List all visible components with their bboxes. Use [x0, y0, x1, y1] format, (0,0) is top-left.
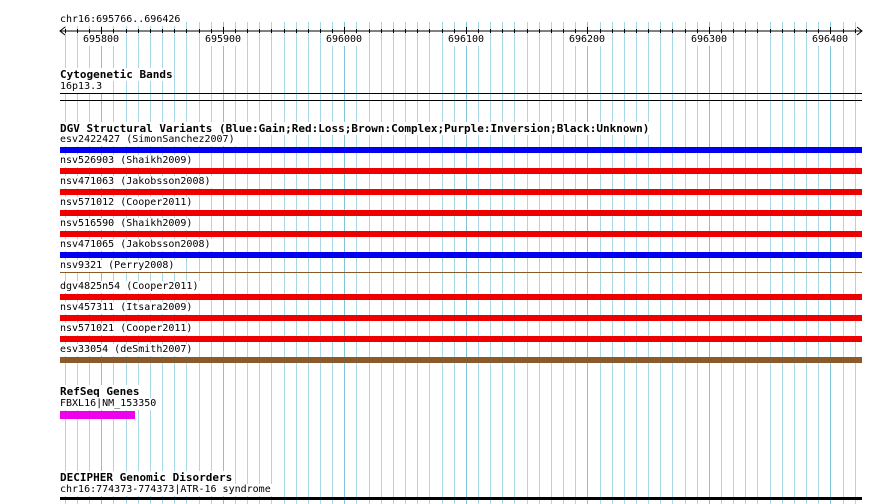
refseq-gene-label[interactable]: FBXL16|NM_153350 [60, 398, 159, 410]
grid-line [830, 22, 831, 504]
grid-line [259, 22, 260, 504]
grid-line [551, 22, 552, 504]
variant-label[interactable]: esv33054 (deSmith2007) [60, 344, 195, 356]
grid-line [429, 22, 430, 504]
grid-line [539, 22, 540, 504]
grid-line [721, 22, 722, 504]
grid-line [782, 22, 783, 504]
variant-label[interactable]: nsv471065 (Jakobsson2008) [60, 239, 213, 251]
variant-label[interactable]: nsv526903 (Shaikh2009) [60, 155, 195, 167]
grid-line [454, 22, 455, 504]
refseq-track-title: RefSeq Genes [60, 385, 140, 398]
variant-bar-loss[interactable] [60, 336, 862, 342]
grid-line [211, 22, 212, 504]
grid-line [612, 22, 613, 504]
grid-line [344, 22, 345, 504]
grid-line [624, 22, 625, 504]
grid-line [247, 22, 248, 504]
cytoband-label[interactable]: 16p13.3 [60, 81, 105, 93]
grid-line [320, 22, 321, 504]
ruler-tick-label: 696000 [324, 34, 364, 46]
variant-label[interactable]: nsv571012 (Cooper2011) [60, 197, 195, 209]
grid-line [818, 22, 819, 504]
variant-bar-gain[interactable] [60, 252, 862, 258]
grid-line [660, 22, 661, 504]
variant-label[interactable]: nsv516590 (Shaikh2009) [60, 218, 195, 230]
grid-line [636, 22, 637, 504]
grid-line [223, 22, 224, 504]
variant-label[interactable]: nsv571021 (Cooper2011) [60, 323, 195, 335]
grid-line [563, 22, 564, 504]
variant-label[interactable]: nsv471063 (Jakobsson2008) [60, 176, 213, 188]
grid-line [648, 22, 649, 504]
ruler-tick-label: 696200 [567, 34, 607, 46]
grid-line [575, 22, 576, 504]
variant-bar-complex[interactable] [60, 272, 862, 273]
grid-line [757, 22, 758, 504]
variant-bar-gain[interactable] [60, 147, 862, 153]
grid-line [843, 22, 844, 504]
grid-line [442, 22, 443, 504]
grid-line [186, 22, 187, 504]
grid-line [709, 22, 710, 504]
variant-bar-loss[interactable] [60, 231, 862, 237]
grid-line [685, 22, 686, 504]
ruler-tick-label: 696100 [446, 34, 486, 46]
grid-line [587, 22, 588, 504]
grid-line [284, 22, 285, 504]
grid-line [478, 22, 479, 504]
grid-line [199, 22, 200, 504]
grid-line [733, 22, 734, 504]
grid-line [770, 22, 771, 504]
grid-line [527, 22, 528, 504]
grid-line [417, 22, 418, 504]
grid-line [502, 22, 503, 504]
variant-label[interactable]: dgv4825n54 (Cooper2011) [60, 281, 201, 293]
grid-line [672, 22, 673, 504]
variant-bar-complex[interactable] [60, 357, 862, 363]
decipher-item-label[interactable]: chr16:774373-774373|ATR-16 syndrome [60, 484, 273, 496]
cytoband-line-top [60, 93, 862, 94]
grid-line [308, 22, 309, 504]
grid-line [466, 22, 467, 504]
cytoband-line-bottom [60, 100, 862, 101]
variant-label[interactable]: nsv9321 (Perry2008) [60, 260, 177, 272]
ruler-axis [59, 26, 863, 36]
decipher-bar[interactable] [60, 497, 862, 500]
decipher-track-title: DECIPHER Genomic Disorders [60, 471, 233, 484]
grid-line [600, 22, 601, 504]
grid-line [393, 22, 394, 504]
variant-bar-loss[interactable] [60, 294, 862, 300]
grid-line [806, 22, 807, 504]
ruler-tick-label: 695900 [203, 34, 243, 46]
variant-bar-loss[interactable] [60, 168, 862, 174]
grid-line [369, 22, 370, 504]
variant-label[interactable]: esv2422427 (SimonSanchez2007) [60, 134, 237, 146]
variant-bar-loss[interactable] [60, 210, 862, 216]
ruler-tick-label: 695800 [81, 34, 121, 46]
grid-line [296, 22, 297, 504]
variant-label[interactable]: nsv457311 (Itsara2009) [60, 302, 195, 314]
variant-bar-loss[interactable] [60, 189, 862, 195]
grid-line [235, 22, 236, 504]
grid-line [271, 22, 272, 504]
grid-line [794, 22, 795, 504]
grid-line [697, 22, 698, 504]
cytoband-track-title: Cytogenetic Bands [60, 68, 173, 81]
grid-line [381, 22, 382, 504]
grid-line [745, 22, 746, 504]
ruler-tick-label: 696300 [689, 34, 729, 46]
refseq-gene-bar[interactable] [60, 411, 135, 419]
grid-line [855, 22, 856, 504]
variant-bar-loss[interactable] [60, 315, 862, 321]
ruler-tick-label: 696400 [810, 34, 850, 46]
grid-line [356, 22, 357, 504]
grid-line [514, 22, 515, 504]
grid-line [332, 22, 333, 504]
grid-line [405, 22, 406, 504]
grid-line [490, 22, 491, 504]
